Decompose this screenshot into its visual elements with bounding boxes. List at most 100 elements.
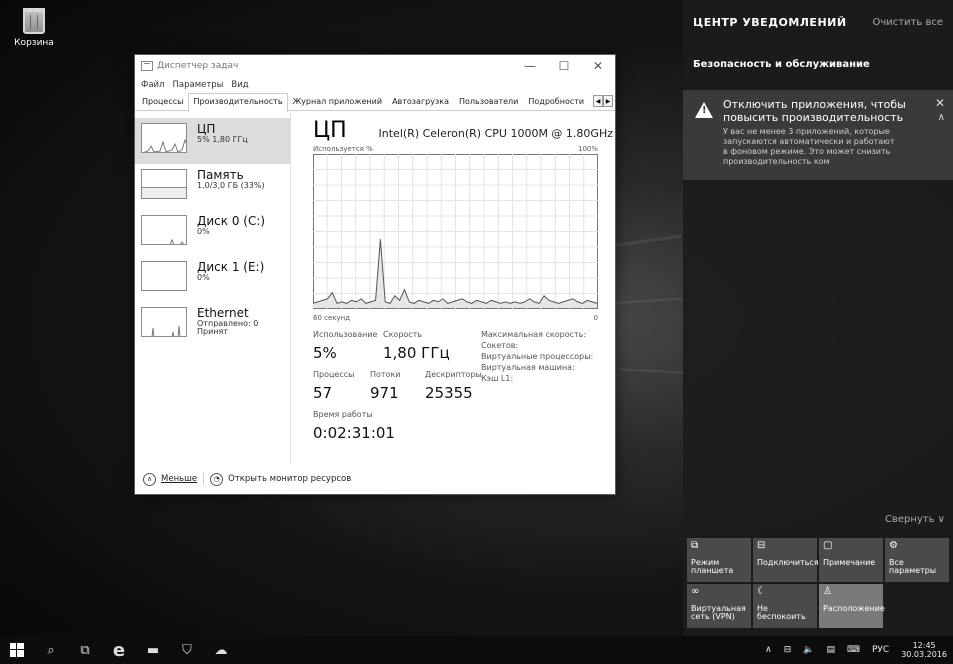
graph-max-label: 100% (577, 145, 598, 153)
quick-action-tile[interactable]: ☾ Не беспокоить (753, 584, 817, 628)
tab-app-history[interactable]: Журнал приложений (288, 93, 388, 110)
quick-action-label: Не беспокоить (757, 604, 806, 622)
action-center-icon[interactable]: ▤ (820, 645, 841, 655)
tab-processes[interactable]: Процессы (137, 93, 188, 110)
close-icon[interactable]: ✕ (935, 96, 945, 110)
cpu-heading: ЦП (313, 118, 347, 143)
quick-action-icon: ⊟ (757, 540, 766, 551)
edge-icon[interactable]: e (102, 636, 136, 664)
menu-view[interactable]: Вид (231, 80, 248, 90)
sidebar-ethernet-title: Ethernet (197, 306, 249, 320)
close-button[interactable]: ✕ (581, 55, 615, 77)
sidebar-item-disk0[interactable]: Диск 0 (C:) 0% (135, 210, 290, 256)
ethernet-thumbnail-graph (141, 307, 187, 337)
tab-performance[interactable]: Производительность (188, 93, 288, 112)
sidebar-item-ethernet[interactable]: Ethernet Отправлено: 0 Принят (135, 302, 290, 348)
cpu-thumbnail-graph (141, 123, 187, 153)
usage-label: Использование (313, 330, 378, 339)
footer-separator (203, 473, 205, 485)
action-center: ЦЕНТР УВЕДОМЛЕНИЙ Очистить все Безопасно… (683, 0, 953, 636)
sidebar-item-memory[interactable]: Память 1,0/3,0 ГБ (33%) (135, 164, 290, 210)
cpu-usage-graph (312, 154, 598, 309)
start-button[interactable] (0, 636, 34, 664)
minimize-button[interactable]: — (513, 55, 547, 77)
task-view-icon[interactable]: ⧉ (68, 636, 102, 664)
sidebar-cpu-title: ЦП (197, 122, 216, 136)
tab-users[interactable]: Пользователи (454, 93, 523, 110)
quick-action-tile[interactable]: ∞ Виртуальная сеть (VPN) (687, 584, 751, 628)
quick-action-tile[interactable]: ♙ Расположение (819, 584, 885, 628)
chevron-up-icon[interactable]: ∧ (759, 645, 778, 655)
network-icon[interactable]: ⊟ (778, 645, 798, 655)
sidebar-item-disk1[interactable]: Диск 1 (E:) 0% (135, 256, 290, 302)
windows-logo-icon (10, 643, 24, 657)
uptime-label: Время работы (313, 410, 373, 419)
collapse-button[interactable]: Свернуть ∨ (885, 514, 945, 525)
task-manager-icon (141, 61, 153, 71)
file-explorer-icon[interactable]: ▬ (136, 636, 170, 664)
chevron-up-icon[interactable]: ∧ (143, 472, 156, 486)
graph-time-label: 60 секунд (313, 314, 351, 322)
speed-label: Скорость (383, 330, 423, 339)
menu-file[interactable]: Файл (141, 80, 164, 90)
quick-action-tile[interactable]: ▢ Примечание (819, 538, 883, 582)
chevron-up-icon[interactable]: ∧ (938, 112, 945, 123)
quick-action-tile[interactable]: ⧉ Режим планшета (687, 538, 751, 582)
keyboard-icon[interactable]: ⌨ (841, 645, 866, 655)
title-bar[interactable]: Диспетчер задач — ☐ ✕ (135, 55, 615, 77)
language-indicator[interactable]: РУС (866, 645, 895, 655)
clock-date: 30.03.2016 (901, 650, 947, 659)
sidebar-item-cpu[interactable]: ЦП 5% 1,80 ГГц (135, 118, 290, 164)
tab-details[interactable]: Подробности (523, 93, 589, 110)
quick-action-tile[interactable]: ⚙ Все параметры (885, 538, 949, 582)
disk1-thumbnail-graph (141, 261, 187, 291)
uptime-value: 0:02:31:01 (313, 424, 395, 442)
task-manager-window: Диспетчер задач — ☐ ✕ Файл Параметры Вид… (134, 54, 616, 495)
quick-action-tile[interactable]: ⊟ Подключиться (753, 538, 819, 582)
quick-action-label: Расположение (823, 604, 885, 613)
notification-card[interactable]: Отключить приложения, чтобы повысить про… (683, 90, 953, 180)
clock-time: 12:45 (912, 640, 936, 650)
resource-monitor-icon: ◔ (210, 472, 224, 486)
quick-action-icon: ⧉ (691, 540, 699, 551)
usage-value: 5% (313, 344, 337, 362)
clear-all-button[interactable]: Очистить все (872, 17, 943, 28)
menu-bar: Файл Параметры Вид (135, 77, 615, 93)
volume-icon[interactable]: 🔈 (797, 645, 820, 655)
action-center-title: ЦЕНТР УВЕДОМЛЕНИЙ (693, 15, 847, 29)
sidebar-ethernet-sub: Отправлено: 0 Принят (197, 318, 259, 336)
notification-group-header[interactable]: Безопасность и обслуживание (683, 44, 953, 84)
quick-action-icon: ♙ (823, 586, 832, 597)
tab-startup[interactable]: Автозагрузка (387, 93, 454, 110)
store-icon[interactable]: ⛉ (170, 636, 204, 664)
maximize-button[interactable]: ☐ (547, 55, 581, 77)
taskbar: ⌕ ⧉ e ▬ ⛉ ☁ ∧ ⊟ 🔈 ▤ ⌨ РУС 12:45 30.03.20… (0, 636, 953, 664)
fewer-details-link[interactable]: Меньше (161, 474, 197, 484)
cpu-detail-panel: ЦП Intel(R) Celeron(R) CPU 1000M @ 1.80G… (291, 112, 615, 464)
sidebar-disk1-sub: 0% (197, 272, 210, 282)
task-manager-taskbar-icon[interactable]: ☁ (204, 636, 238, 664)
disk0-thumbnail-graph (141, 215, 187, 245)
sockets-label: Сокетов: (481, 341, 519, 350)
tab-scroll-left-icon[interactable]: ◀ (593, 95, 603, 107)
recycle-bin-label: Корзина (14, 38, 54, 48)
sidebar-cpu-sub: 5% 1,80 ГГц (197, 134, 248, 144)
max-speed-label: Максимальная скорость: (481, 330, 587, 339)
sidebar-memory-title: Память (197, 168, 244, 182)
performance-sidebar: ЦП 5% 1,80 ГГц Память 1,0/3,0 ГБ (33%) Д… (135, 112, 291, 464)
recycle-bin-icon (23, 8, 45, 34)
notification-title: Отключить приложения, чтобы повысить про… (723, 98, 906, 125)
virtual-machine-label: Виртуальная машина: (481, 363, 575, 372)
quick-action-label: Режим планшета (691, 558, 734, 576)
quick-actions: ⧉ Режим планшета ⊟ Подключиться ▢ Примечание ⚙… (687, 538, 949, 628)
processes-value: 57 (313, 384, 333, 402)
task-manager-footer: ∧ Меньше ◔ Открыть монитор ресурсов (135, 464, 615, 494)
search-icon[interactable]: ⌕ (34, 636, 68, 664)
processes-label: Процессы (313, 370, 355, 379)
cpu-model-name: Intel(R) Celeron(R) CPU 1000M @ 1.80GHz (378, 127, 613, 140)
open-resource-monitor-link[interactable]: Открыть монитор ресурсов (228, 474, 351, 484)
tab-scroll-right-icon[interactable]: ▶ (603, 95, 613, 107)
recycle-bin[interactable]: Корзина (8, 8, 60, 48)
menu-options[interactable]: Параметры (172, 80, 223, 90)
clock[interactable]: 12:45 30.03.2016 (895, 641, 953, 659)
